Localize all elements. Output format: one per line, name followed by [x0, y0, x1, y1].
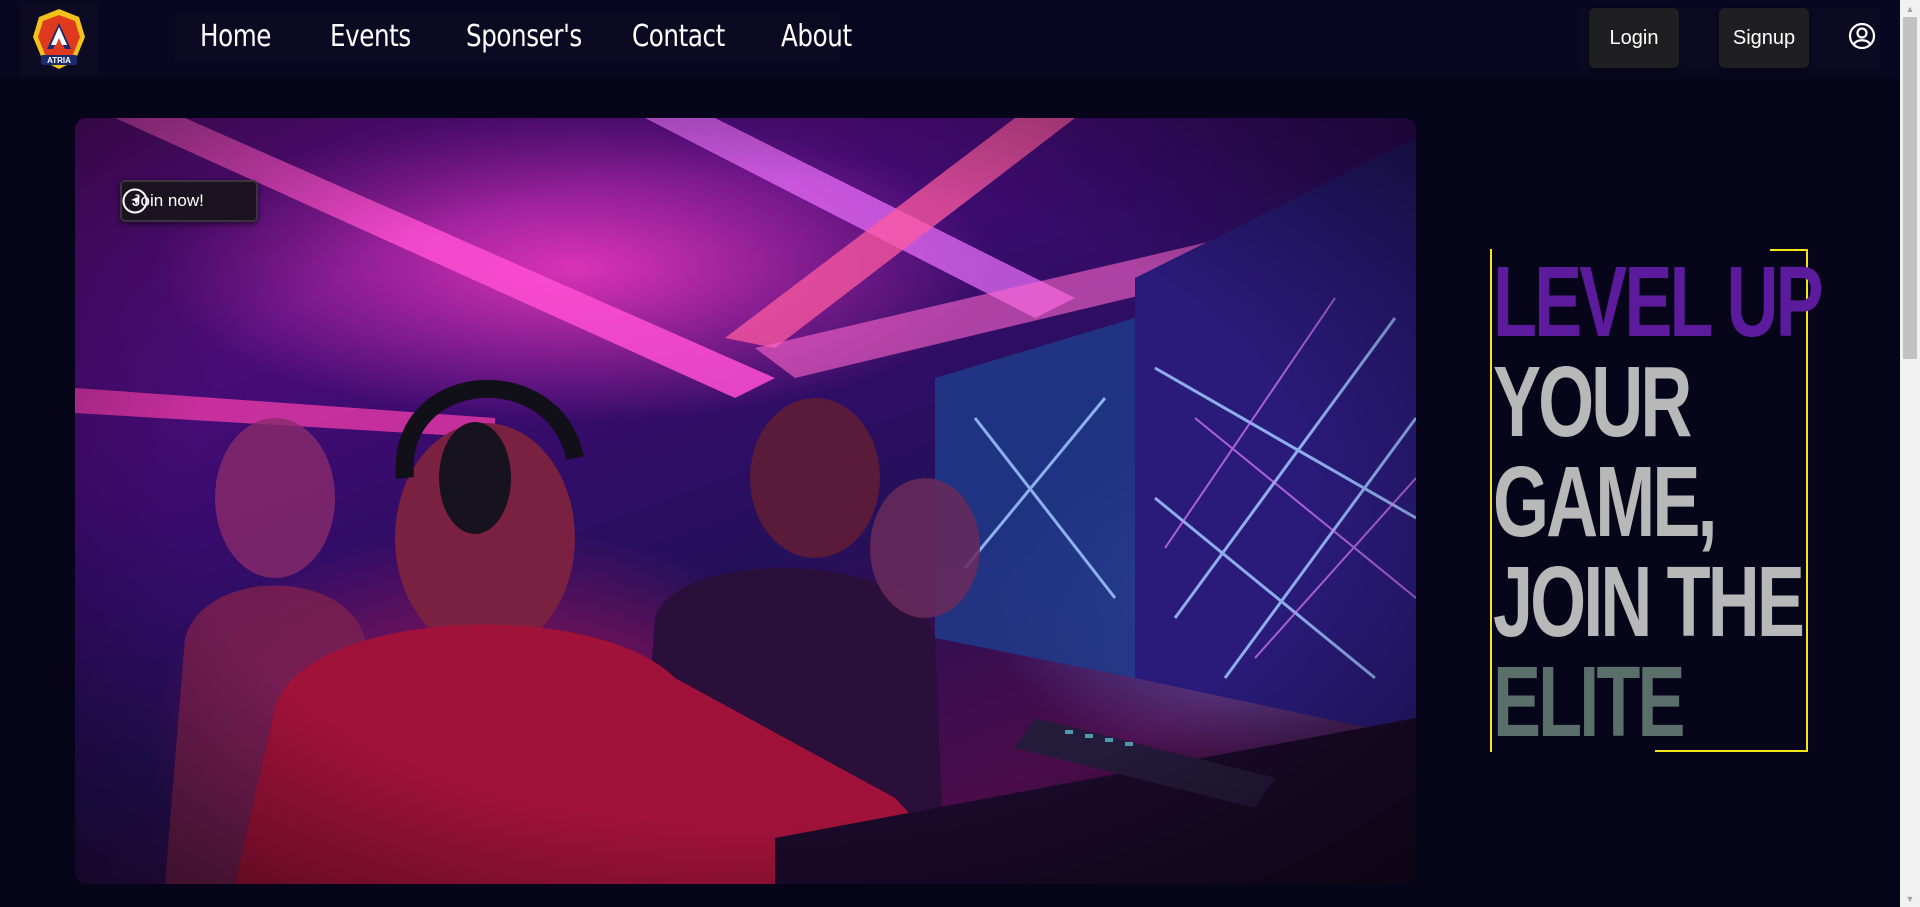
hero-image: Join now! [75, 118, 1416, 884]
tagline-line-4: JOIN THE [1493, 546, 1805, 658]
user-circle-icon[interactable] [1848, 22, 1876, 50]
nav-link-about[interactable]: About [781, 14, 852, 60]
scroll-down-icon[interactable]: ▼ [1900, 890, 1920, 907]
tagline-line-2: YOUR [1493, 346, 1692, 458]
vertical-scrollbar[interactable]: ▲ ▼ [1900, 0, 1920, 907]
svg-text:ATRIA: ATRIA [47, 56, 71, 65]
login-button[interactable]: Login [1589, 8, 1679, 68]
navbar: ATRIA Home Events Sponser's Contact Abou… [0, 0, 1900, 78]
scroll-up-icon[interactable]: ▲ [1900, 0, 1920, 17]
tagline-line-5: ELITE [1493, 646, 1685, 758]
scroll-thumb[interactable] [1903, 17, 1917, 359]
tagline-line-1: LEVEL UP [1493, 246, 1824, 358]
nav-links: Home Events Sponser's Contact About [175, 14, 852, 60]
nav-link-home[interactable]: Home [200, 14, 271, 60]
navigation-arrow-icon [122, 188, 148, 214]
hero-scene [75, 118, 1416, 884]
nav-link-events[interactable]: Events [330, 14, 411, 60]
nav-link-sponsers[interactable]: Sponser's [466, 14, 582, 60]
signup-button[interactable]: Signup [1719, 8, 1809, 68]
join-now-button[interactable]: Join now! [120, 180, 258, 222]
hero-tagline: LEVEL UP YOUR GAME, JOIN THE ELITE [1493, 246, 1824, 758]
tagline-line-3: GAME, [1493, 446, 1717, 558]
logo[interactable]: ATRIA [20, 2, 98, 76]
shield-logo-icon: ATRIA [33, 9, 85, 69]
nav-link-contact[interactable]: Contact [632, 14, 725, 60]
